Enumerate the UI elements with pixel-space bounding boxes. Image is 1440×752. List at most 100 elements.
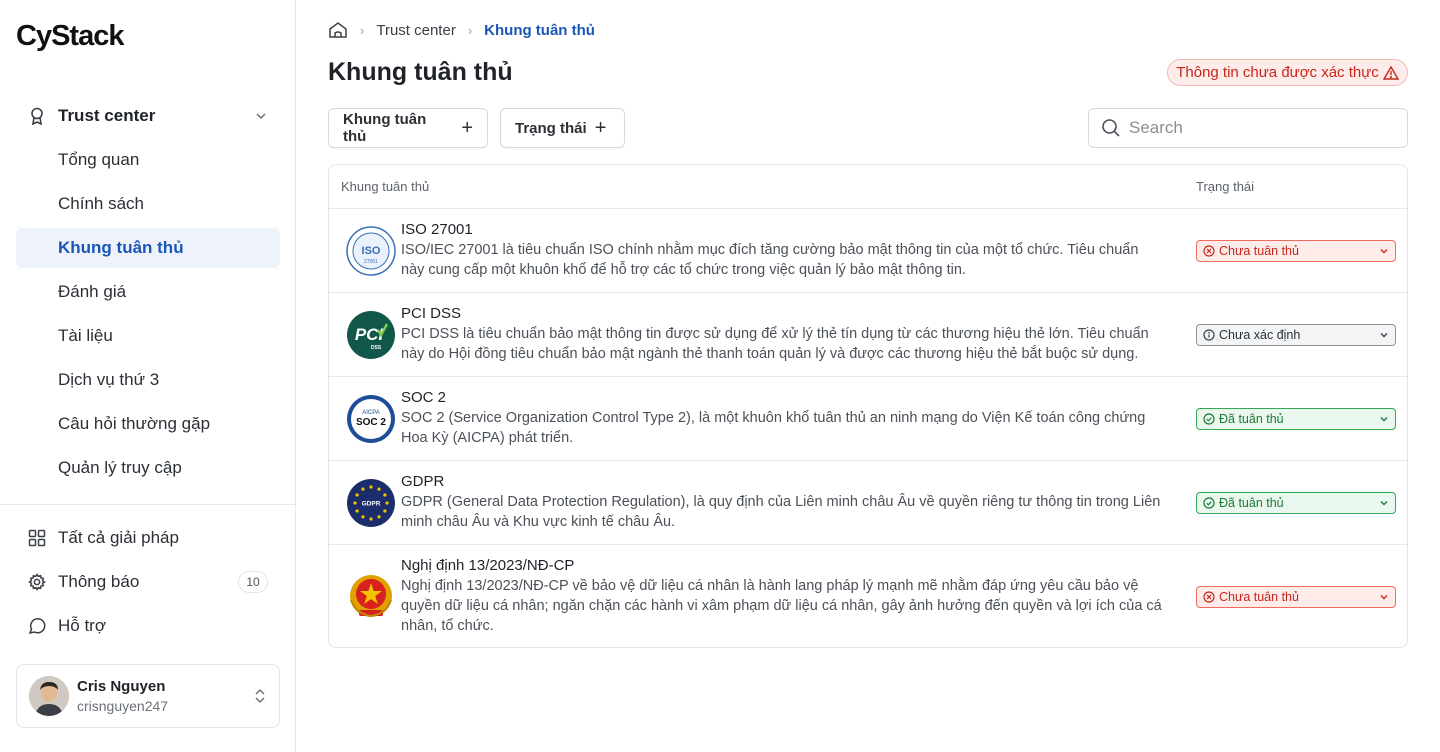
breadcrumb: › Trust center › Khung tuân thủ [328, 20, 595, 40]
notification-count-badge: 10 [238, 571, 268, 593]
chevron-down-icon[interactable] [254, 109, 268, 123]
sidebar-item-label: Hỗ trợ [58, 616, 106, 635]
user-card[interactable]: Cris Nguyen crisnguyen247 [16, 664, 280, 728]
breadcrumb-separator: › [360, 22, 365, 38]
status-select[interactable]: Chưa tuân thủ [1196, 239, 1396, 262]
table-header: Khung tuân thủ Trạng thái [329, 165, 1407, 209]
table-row[interactable]: AICPA SOC 2 SOC 2 SOC 2 (Service Organiz… [329, 377, 1407, 461]
framework-description: PCI DSS là tiêu chuẩn bảo mật thông tin … [401, 326, 1149, 362]
status-label: Đã tuân thủ [1219, 411, 1284, 426]
table-row[interactable]: PCI DSS PCI DSS PCI DSS là tiêu chuẩn bả… [329, 293, 1407, 377]
soc-logo-text: SOC 2 [356, 417, 386, 428]
search-icon [1101, 118, 1121, 138]
filter-status-button[interactable]: Trạng thái + [500, 108, 625, 148]
status-select[interactable]: Đã tuân thủ [1196, 491, 1396, 514]
framework-text: ISO 27001 ISO/IEC 27001 là tiêu chuẩn IS… [401, 221, 1185, 280]
framework-name: GDPR [401, 473, 445, 490]
column-header-status: Trạng thái [1196, 179, 1255, 194]
status-label: Đã tuân thủ [1219, 495, 1284, 510]
filter-label: Trạng thái [515, 119, 587, 137]
framework-name: Nghị định 13/2023/NĐ-CP [401, 557, 575, 574]
chevron-down-icon [1379, 498, 1389, 508]
user-info: Cris Nguyen crisnguyen247 [77, 678, 168, 714]
sidebar: CyStack Trust center Tổng quan Chính sác… [0, 0, 296, 752]
iso-logo: ISO 27001 [346, 225, 396, 276]
chevron-down-icon [1379, 592, 1389, 602]
iso-logo-number: 27001 [364, 259, 378, 265]
gear-icon [28, 573, 46, 591]
framework-name: PCI DSS [401, 305, 462, 322]
chat-icon [28, 617, 46, 635]
grid-icon [28, 529, 46, 547]
framework-description: Nghị định 13/2023/NĐ-CP về bảo vệ dữ liệ… [401, 578, 1162, 634]
framework-text: Nghị định 13/2023/NĐ-CP Nghị định 13/202… [401, 557, 1185, 636]
sidebar-item-tai-lieu[interactable]: Tài liệu [16, 316, 280, 356]
nav-group-header[interactable]: Trust center [16, 96, 280, 136]
sidebar-item-cau-hoi[interactable]: Câu hỏi thường gặp [16, 404, 280, 444]
plus-icon: + [594, 117, 607, 139]
x-circle-icon [1203, 244, 1215, 257]
table-row[interactable]: ISO 27001 ISO 27001 ISO/IEC 27001 là tiê… [329, 209, 1407, 293]
iso-logo-text: ISO [362, 245, 381, 257]
framework-description: GDPR (General Data Protection Regulation… [401, 494, 1161, 530]
sidebar-item-tong-quan[interactable]: Tổng quan [16, 140, 280, 180]
soc-logo-top: AICPA [362, 410, 380, 416]
table-row[interactable]: Nghị định 13/2023/NĐ-CP Nghị định 13/202… [329, 545, 1407, 647]
breadcrumb-separator: › [467, 22, 473, 38]
filter-label: Khung tuân thủ [343, 111, 427, 145]
page-title: Khung tuân thủ [328, 58, 513, 86]
x-circle-icon [1203, 590, 1215, 603]
sidebar-item-chinh-sach[interactable]: Chính sách [16, 184, 280, 224]
column-header-framework: Khung tuân thủ [341, 179, 430, 194]
avatar [29, 676, 69, 716]
framework-text: SOC 2 SOC 2 (Service Organization Contro… [401, 389, 1185, 448]
unverified-warning-badge: Thông tin chưa được xác thực [1167, 59, 1408, 86]
gdpr-logo: GDPR [347, 478, 395, 527]
framework-logo-cell: AICPA SOC 2 [329, 394, 401, 444]
framework-text: GDPR GDPR (General Data Protection Regul… [401, 473, 1185, 532]
breadcrumb-current: Khung tuân thủ [484, 21, 595, 39]
vn-emblem-logo [350, 574, 392, 617]
status-label: Chưa tuân thủ [1219, 589, 1299, 604]
sidebar-item-notifications[interactable]: Thông báo 10 [16, 562, 280, 602]
search-box[interactable] [1088, 108, 1408, 148]
sidebar-item-quan-ly-truy-cap[interactable]: Quản lý truy cập [16, 448, 280, 488]
framework-logo-cell: ISO 27001 [329, 225, 401, 276]
warning-triangle-icon [1382, 65, 1399, 80]
user-handle: crisnguyen247 [77, 698, 169, 714]
status-select[interactable]: Chưa tuân thủ [1196, 585, 1396, 608]
sidebar-item-khung-tuan-thu[interactable]: Khung tuân thủ [16, 228, 280, 268]
breadcrumb-root[interactable]: Trust center [376, 22, 455, 39]
framework-name: ISO 27001 [401, 221, 473, 238]
framework-description: ISO/IEC 27001 là tiêu chuẩn ISO chính nh… [401, 242, 1139, 278]
sidebar-item-label: Tất cả giải pháp [58, 528, 179, 547]
soc-logo: AICPA SOC 2 [347, 394, 395, 443]
search-input[interactable] [1129, 118, 1389, 138]
sidebar-item-support[interactable]: Hỗ trợ [16, 606, 280, 646]
sidebar-item-dich-vu-thu-3[interactable]: Dịch vụ thứ 3 [16, 360, 280, 400]
user-name: Cris Nguyen [77, 678, 166, 695]
check-circle-icon [1203, 496, 1215, 509]
compliance-table: Khung tuân thủ Trạng thái ISO 27001 ISO … [328, 164, 1408, 648]
sidebar-item-danh-gia[interactable]: Đánh giá [16, 272, 280, 312]
framework-name: SOC 2 [401, 389, 447, 406]
sidebar-item-all-solutions[interactable]: Tất cả giải pháp [16, 518, 280, 558]
award-icon [28, 107, 46, 125]
chevron-down-icon [1379, 414, 1389, 424]
pci-logo-sub: DSS [371, 345, 382, 351]
info-circle-icon [1203, 328, 1215, 341]
chevron-up-down-icon[interactable] [253, 687, 267, 705]
status-select[interactable]: Đã tuân thủ [1196, 407, 1396, 430]
framework-logo-cell: GDPR [329, 478, 401, 528]
pci-logo: PCI DSS [347, 310, 395, 359]
chevron-down-icon [1379, 246, 1389, 256]
filter-framework-button[interactable]: Khung tuân thủ + [328, 108, 488, 148]
table-row[interactable]: GDPR GDPR GDPR (General Data Protection … [329, 461, 1407, 545]
home-icon[interactable] [328, 21, 348, 39]
sidebar-item-label: Thông báo [58, 572, 140, 591]
brand-logo[interactable]: CyStack [16, 20, 124, 53]
nav-group-label: Trust center [58, 106, 156, 125]
status-select[interactable]: Chưa xác định [1196, 323, 1396, 346]
framework-logo-cell: PCI DSS [329, 310, 401, 360]
check-circle-icon [1203, 412, 1215, 425]
